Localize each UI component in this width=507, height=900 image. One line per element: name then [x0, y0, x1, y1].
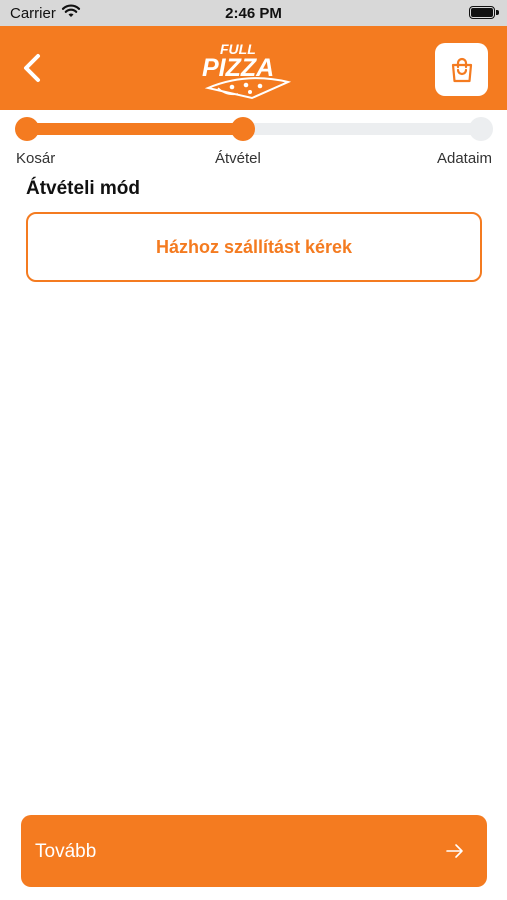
progress-fill [27, 123, 243, 135]
home-delivery-option-label: Házhoz szállítást kérek [155, 236, 353, 257]
cart-button[interactable] [435, 43, 488, 96]
arrow-right-icon [446, 844, 463, 858]
step-dot-pickup [231, 117, 255, 141]
next-button[interactable]: Tovább [21, 815, 487, 887]
home-delivery-option-button[interactable]: Házhoz szállítást kérek [26, 212, 482, 282]
back-button[interactable] [16, 50, 52, 86]
next-button-label: Tovább [35, 841, 97, 862]
step-label-cart: Kosár [16, 150, 56, 167]
app-header: FULL PIZZA [0, 26, 507, 110]
clock: 2:46 PM [225, 5, 282, 22]
step-label-pickup: Átvétel [215, 150, 261, 167]
status-bar: Carrier 2:46 PM [0, 0, 507, 26]
battery-icon [469, 6, 495, 19]
step-dot-details [469, 117, 493, 141]
delivery-mode-title: Átvételi mód [26, 178, 141, 199]
chevron-left-icon [24, 54, 40, 82]
step-label-details: Adataim [436, 150, 492, 167]
step-dot-cart [15, 117, 39, 141]
full-pizza-logo: FULL PIZZA [202, 41, 292, 100]
battery-tip [496, 10, 499, 15]
shopping-bag-icon [451, 57, 472, 82]
checkout-progress: Kosár Átvétel Adataim [0, 110, 507, 170]
